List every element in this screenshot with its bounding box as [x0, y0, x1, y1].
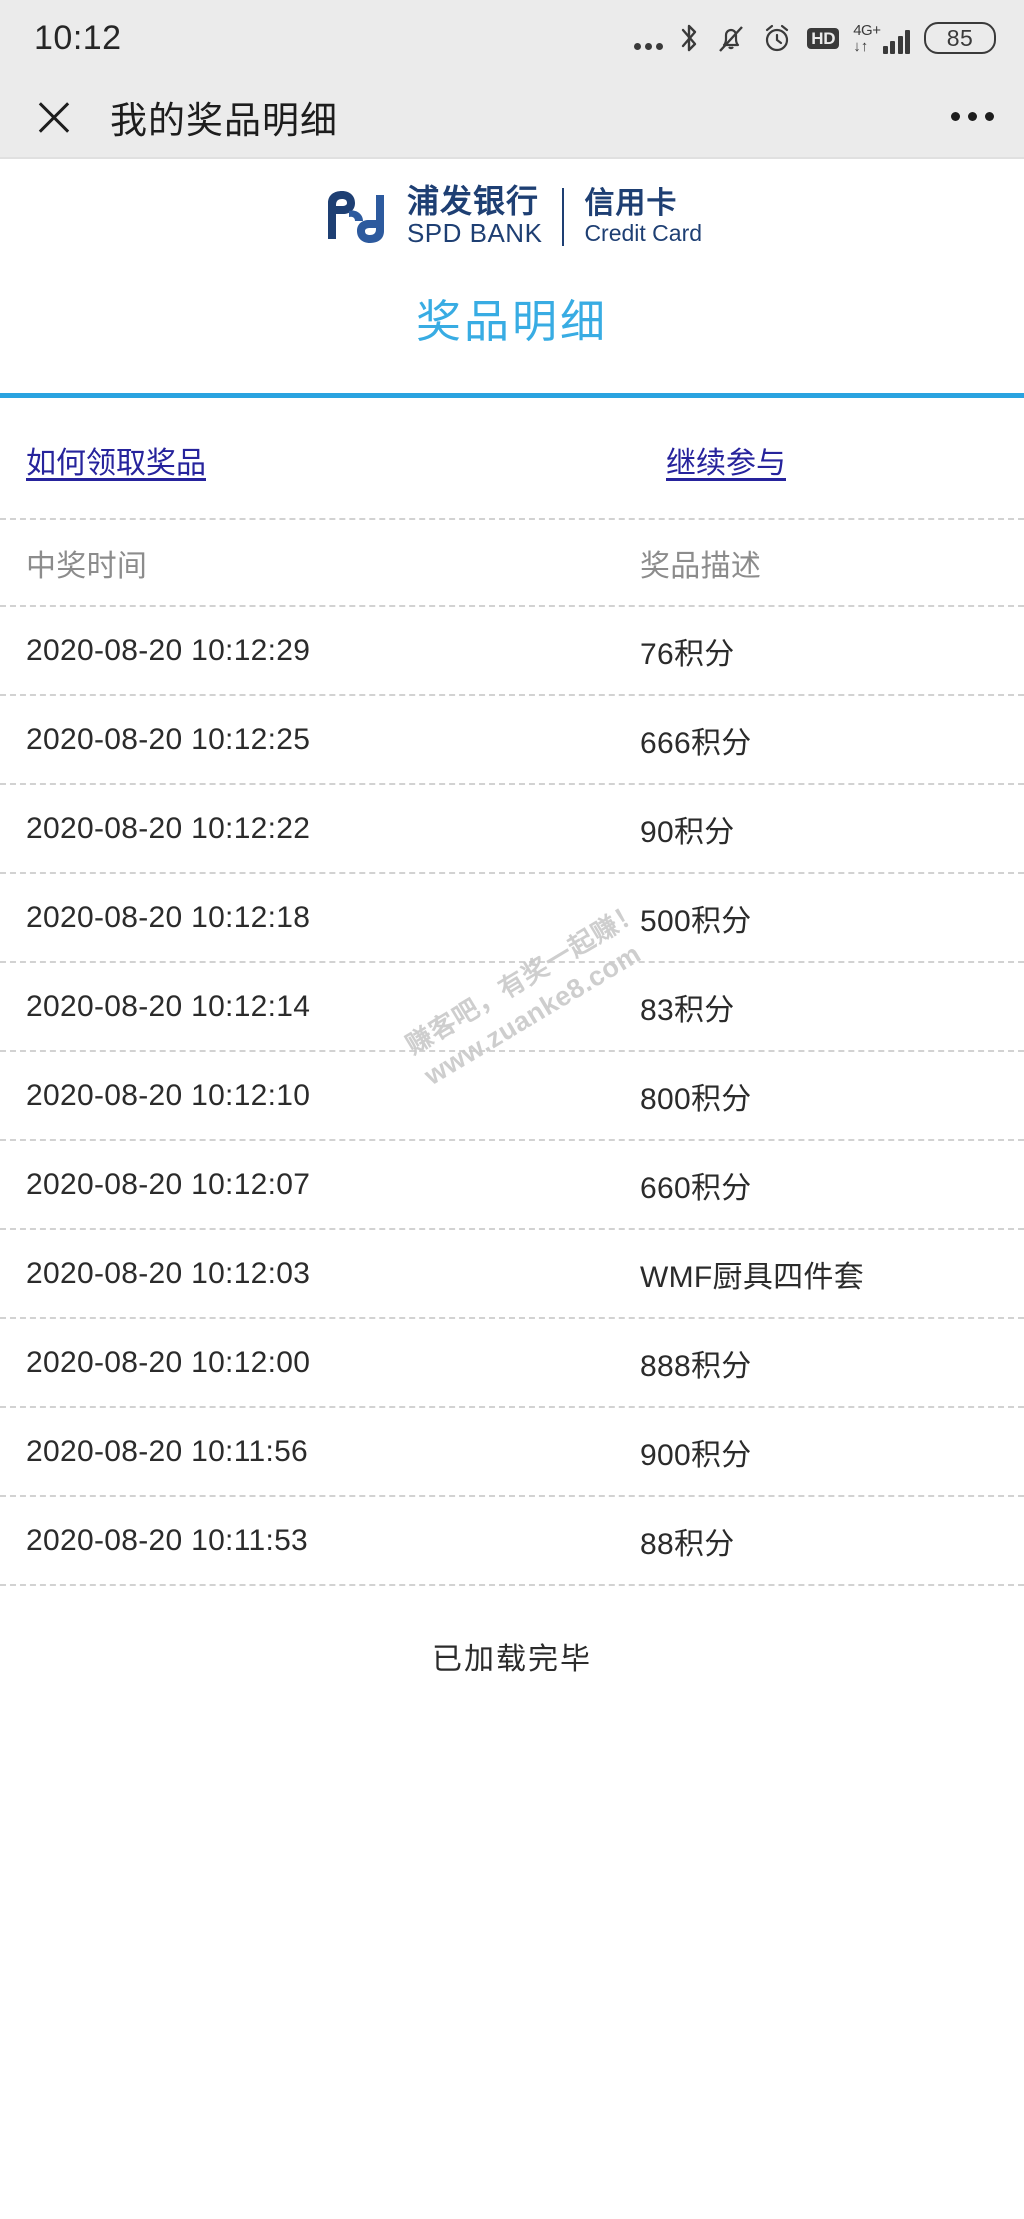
- brand-product-cn: 信用卡: [584, 186, 678, 220]
- table-row: 2020-08-20 10:12:10 800积分: [0, 1052, 1024, 1141]
- table-row: 2020-08-20 10:12:22 90积分: [0, 785, 1024, 874]
- brand-logo: 浦发银行 SPD BANK 信用卡 Credit Card: [0, 159, 1024, 247]
- page-content: 浦发银行 SPD BANK 信用卡 Credit Card 奖品明细 如何领取奖…: [0, 159, 1024, 1678]
- table-row: 2020-08-20 10:12:07 660积分: [0, 1141, 1024, 1230]
- table-row: 2020-08-20 10:12:29 76积分: [0, 607, 1024, 696]
- cell-prize: 76积分: [640, 637, 735, 671]
- cell-prize: 90积分: [640, 815, 735, 849]
- more-options-icon[interactable]: [951, 112, 994, 121]
- cell-time: 2020-08-20 10:12:29: [26, 633, 311, 667]
- cell-time: 2020-08-20 10:11:56: [26, 1434, 309, 1468]
- how-to-claim-link[interactable]: 如何领取奖品: [26, 438, 666, 482]
- cell-prize: 800积分: [640, 1082, 752, 1116]
- cell-prize: 500积分: [640, 904, 752, 938]
- column-header-prize: 奖品描述: [640, 549, 762, 583]
- hd-icon: HD: [807, 27, 840, 49]
- table-row: 2020-08-20 10:11:53 88积分: [0, 1497, 1024, 1586]
- bell-muted-icon: [715, 22, 747, 54]
- cell-prize: 666积分: [640, 726, 752, 760]
- prize-table: 中奖时间 奖品描述 2020-08-20 10:12:29 76积分 2020-…: [0, 518, 1024, 1586]
- cell-time: 2020-08-20 10:12:10: [26, 1078, 311, 1112]
- brand-product-en: Credit Card: [584, 219, 703, 246]
- status-clock: 10:12: [34, 18, 122, 57]
- close-icon[interactable]: [32, 95, 76, 139]
- cell-prize: WMF厨具四件套: [640, 1260, 865, 1294]
- cell-prize: 83积分: [640, 993, 735, 1027]
- spd-bank-logo-icon: [327, 190, 384, 243]
- bluetooth-icon: [677, 22, 701, 54]
- data-transfer-icon: ↓↑: [853, 37, 869, 55]
- load-complete-note: 已加载完毕: [432, 1643, 592, 1676]
- cell-time: 2020-08-20 10:12:00: [26, 1345, 311, 1379]
- cell-time: 2020-08-20 10:12:22: [26, 811, 311, 845]
- cell-prize: 900积分: [640, 1438, 752, 1472]
- hd-label: HD: [807, 27, 840, 49]
- cell-time: 2020-08-20 10:12:18: [26, 900, 311, 934]
- table-row: 2020-08-20 10:12:25 666积分: [0, 696, 1024, 785]
- battery-icon: 85: [924, 22, 996, 54]
- brand-text: 浦发银行 SPD BANK 信用卡 Credit Card: [406, 183, 703, 249]
- signal-bars-icon: [882, 29, 910, 54]
- cell-time: 2020-08-20 10:12:07: [26, 1167, 311, 1201]
- page-title-nav: 我的奖品明细: [110, 99, 338, 141]
- action-links-row: 如何领取奖品 继续参与: [0, 398, 1024, 482]
- cell-prize: 88积分: [640, 1527, 735, 1561]
- table-header-row: 中奖时间 奖品描述: [0, 518, 1024, 607]
- cell-time: 2020-08-20 10:12:25: [26, 722, 311, 756]
- status-icon-tray: HD 4G+ ↓↑ 85: [634, 22, 996, 54]
- cell-time: 2020-08-20 10:12:03: [26, 1256, 311, 1290]
- alarm-clock-icon: [761, 22, 793, 54]
- cell-prize: 660积分: [640, 1171, 752, 1205]
- status-bar: 10:12 HD 4G+ ↓↑ 85: [0, 0, 1024, 76]
- cell-prize: 888积分: [640, 1349, 752, 1383]
- table-row: 2020-08-20 10:12:00 888积分: [0, 1319, 1024, 1408]
- page-title: 奖品明细: [415, 296, 608, 347]
- navigation-bar: 我的奖品明细: [0, 76, 1024, 159]
- brand-name-cn: 浦发银行: [406, 183, 539, 220]
- signal-4g-plus-icon: 4G+ ↓↑: [853, 23, 910, 54]
- cell-time: 2020-08-20 10:11:53: [26, 1523, 309, 1557]
- brand-name-en: SPD BANK: [406, 218, 543, 249]
- table-row: 2020-08-20 10:12:03 WMF厨具四件套: [0, 1230, 1024, 1319]
- brand-divider: [562, 187, 565, 246]
- table-row: 2020-08-20 10:11:56 900积分: [0, 1408, 1024, 1497]
- network-type-label: 4G+: [853, 21, 881, 39]
- three-dots-icon: [634, 24, 664, 53]
- column-header-time: 中奖时间: [26, 549, 148, 583]
- cell-time: 2020-08-20 10:12:14: [26, 989, 311, 1023]
- table-row: 2020-08-20 10:12:18 500积分: [0, 874, 1024, 963]
- table-row: 2020-08-20 10:12:14 83积分: [0, 963, 1024, 1052]
- battery-level-label: 85: [946, 24, 974, 51]
- continue-participate-link[interactable]: 继续参与: [666, 438, 786, 482]
